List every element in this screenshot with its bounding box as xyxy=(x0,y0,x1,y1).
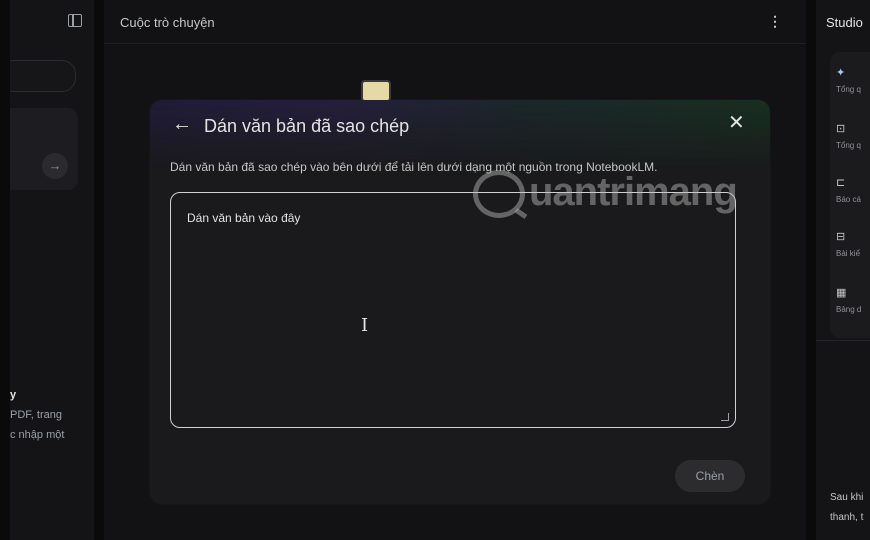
back-arrow-icon[interactable]: ← xyxy=(172,113,192,136)
studio-item-report[interactable]: ⊏ Báo cá xyxy=(836,176,861,204)
dialog-title: Dán văn bản đã sao chép xyxy=(204,116,410,136)
notebooklm-window: → y PDF, trang c nhập một Cuộc trò chuyệ… xyxy=(10,0,870,540)
chat-title: Cuộc trò chuyện xyxy=(120,15,215,30)
studio-footer-text: Sau khi thanh, t xyxy=(830,488,863,528)
sparkle-icon: ✦ xyxy=(836,67,846,79)
studio-item-video[interactable]: ⊡ Tổng q xyxy=(836,122,861,150)
panel-divider xyxy=(94,0,104,540)
studio-title: Studio xyxy=(826,15,863,30)
studio-item-audio[interactable]: ✦ Tổng q xyxy=(836,66,861,94)
sources-help-text: y PDF, trang c nhập một xyxy=(10,385,64,445)
quiz-icon: ⊟ xyxy=(836,231,846,243)
studio-footer-line: thanh, t xyxy=(830,512,864,523)
studio-panel: Studio ✦ Tổng q ⊡ Tổng q ⊏ Báo cá ⊟ Bài … xyxy=(816,0,870,540)
help-line-3: c nhập một xyxy=(10,429,65,441)
studio-footer-line: Sau khi xyxy=(830,492,864,503)
studio-item-quiz[interactable]: ⊟ Bài kiể xyxy=(836,230,860,258)
studio-item-label: Tổng q xyxy=(836,141,861,150)
report-icon: ⊏ xyxy=(836,177,846,189)
dialog-description: Dán văn bản đã sao chép vào bên dưới để … xyxy=(170,160,658,174)
help-line-1: y xyxy=(10,389,17,401)
paste-text-dialog: ← Dán văn bản đã sao chép ✕ Dán văn bản … xyxy=(150,100,770,504)
panel-divider xyxy=(806,0,816,540)
arrow-right-icon[interactable]: → xyxy=(42,153,68,179)
divider xyxy=(816,340,870,341)
studio-item-label: Bài kiể xyxy=(836,249,861,258)
more-options-icon[interactable]: ⋮ xyxy=(768,13,782,30)
paste-text-area[interactable]: Dán văn bản vào đây I xyxy=(170,192,736,428)
close-icon[interactable]: ✕ xyxy=(728,110,745,135)
text-area-placeholder: Dán văn bản vào đây xyxy=(187,211,301,225)
audio-overview-icon: ⊡ xyxy=(836,123,846,135)
studio-item-label: Bảng d xyxy=(836,305,862,314)
sources-card xyxy=(10,108,78,190)
sources-panel: → y PDF, trang c nhập một xyxy=(10,0,94,540)
sources-search-input[interactable] xyxy=(10,60,76,92)
resize-handle-icon[interactable] xyxy=(721,413,729,421)
studio-item-label: Báo cá xyxy=(836,195,861,204)
studio-item-table[interactable]: ▦ Bảng d xyxy=(836,286,861,314)
notebook-emoji-icon xyxy=(361,80,391,102)
text-cursor-icon: I xyxy=(361,315,369,336)
insert-button[interactable]: Chèn xyxy=(675,460,745,492)
collapse-panel-icon[interactable] xyxy=(68,14,82,27)
help-line-2: PDF, trang xyxy=(10,409,62,421)
chat-header: Cuộc trò chuyện ⋮ xyxy=(104,0,806,44)
studio-item-label: Tổng q xyxy=(836,85,861,94)
table-icon: ▦ xyxy=(836,287,847,299)
